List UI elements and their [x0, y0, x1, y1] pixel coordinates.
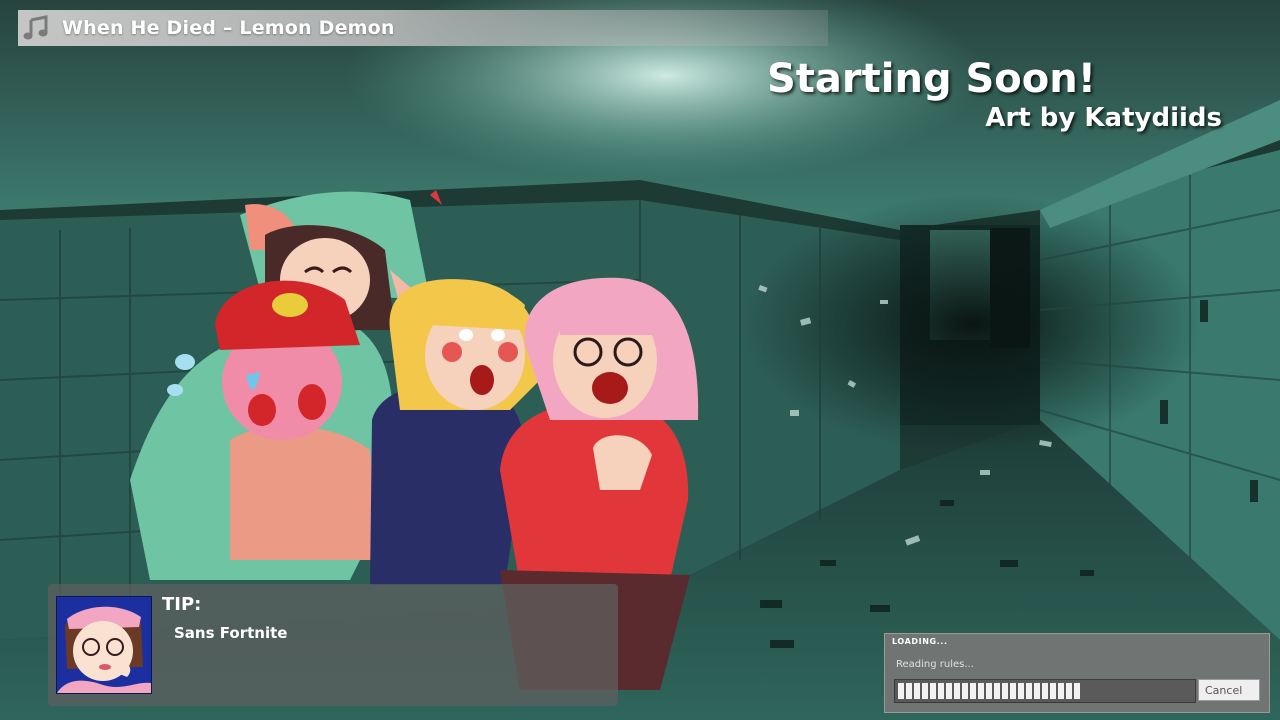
progress-segment — [1042, 683, 1048, 699]
progress-segment — [1002, 683, 1008, 699]
progress-segment — [1034, 683, 1040, 699]
progress-fill — [898, 683, 1089, 699]
progress-segment — [994, 683, 1000, 699]
progress-segment — [1074, 683, 1080, 699]
progress-segment — [1018, 683, 1024, 699]
now-playing-track: When He Died – Lemon Demon — [62, 17, 395, 39]
progress-segment — [906, 683, 912, 699]
cancel-button[interactable]: Cancel — [1198, 679, 1260, 701]
progress-segment — [962, 683, 968, 699]
tip-label: TIP: — [162, 594, 202, 615]
loading-status: Reading rules... — [896, 659, 974, 670]
loading-heading: LOADING... — [892, 637, 948, 646]
progress-segment — [898, 683, 904, 699]
progress-segment — [978, 683, 984, 699]
progress-segment — [1066, 683, 1072, 699]
progress-segment — [986, 683, 992, 699]
title-block: Starting Soon! Art by Katydiids — [767, 56, 1222, 134]
progress-segment — [938, 683, 944, 699]
progress-segment — [954, 683, 960, 699]
loading-dialog: LOADING... Reading rules... Cancel — [884, 633, 1270, 713]
progress-segment — [946, 683, 952, 699]
avatar — [56, 596, 152, 694]
now-playing-bar: When He Died – Lemon Demon — [18, 10, 828, 46]
tip-text: Sans Fortnite — [174, 624, 288, 642]
progress-segment — [914, 683, 920, 699]
progress-segment — [1050, 683, 1056, 699]
progress-segment — [970, 683, 976, 699]
music-note-icon — [18, 10, 54, 46]
progress-segment — [1058, 683, 1064, 699]
progress-bar — [894, 679, 1196, 703]
progress-segment — [922, 683, 928, 699]
art-credit: Art by Katydiids — [985, 103, 1222, 133]
tip-panel: TIP: Sans Fortnite — [48, 584, 618, 706]
starting-soon-title: Starting Soon! — [766, 56, 1096, 102]
progress-segment — [1026, 683, 1032, 699]
progress-segment — [1010, 683, 1016, 699]
progress-segment — [930, 683, 936, 699]
